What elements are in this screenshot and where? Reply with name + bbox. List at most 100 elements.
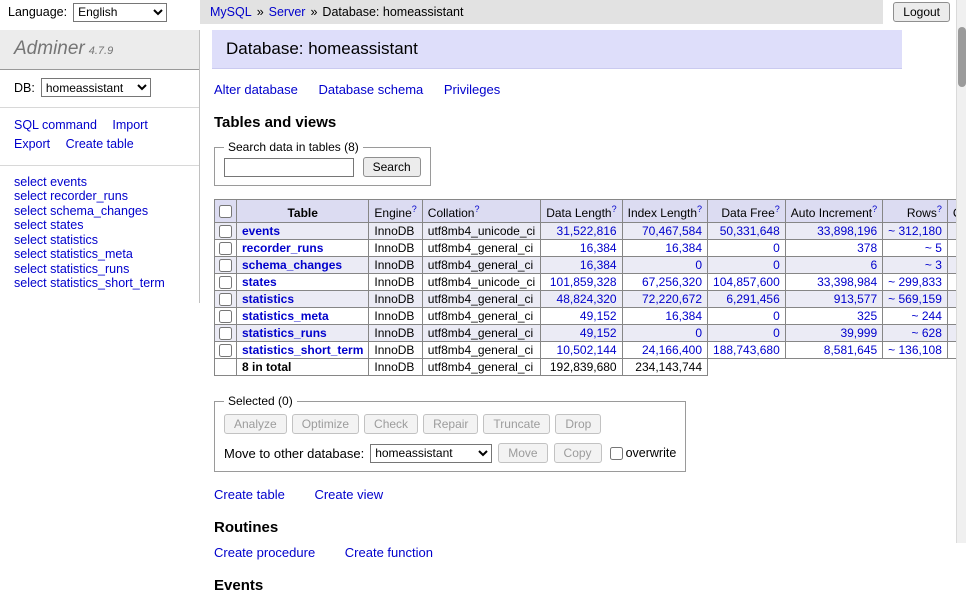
- move-db-select[interactable]: homeassistant: [370, 444, 492, 463]
- logout-button[interactable]: Logout: [893, 2, 950, 22]
- sidebar-link-export[interactable]: Export: [14, 137, 50, 151]
- check-button[interactable]: Check: [364, 414, 418, 434]
- data-length-link[interactable]: 49,152: [580, 309, 617, 323]
- breadcrumb-link-server[interactable]: Server: [269, 5, 306, 19]
- row-checkbox[interactable]: [219, 225, 232, 238]
- move-button[interactable]: Move: [498, 443, 547, 463]
- index-length-link[interactable]: 70,467,584: [642, 224, 702, 238]
- language-select[interactable]: English: [73, 3, 167, 22]
- index-length-link[interactable]: 67,256,320: [642, 275, 702, 289]
- rows-link[interactable]: ~ 312,180: [888, 224, 942, 238]
- row-checkbox[interactable]: [219, 259, 232, 272]
- index-length-link[interactable]: 16,384: [665, 241, 702, 255]
- sidebar-item-statistics-meta[interactable]: select statistics_meta: [14, 247, 185, 261]
- breadcrumb-link-mysql[interactable]: MySQL: [210, 5, 252, 19]
- rows-link[interactable]: ~ 569,159: [888, 292, 942, 306]
- link-privileges[interactable]: Privileges: [444, 82, 500, 97]
- optimize-button[interactable]: Optimize: [292, 414, 359, 434]
- link-create-procedure[interactable]: Create procedure: [214, 545, 315, 560]
- auto-increment-link[interactable]: 8,581,645: [824, 343, 877, 357]
- auto-increment-link[interactable]: 913,577: [834, 292, 877, 306]
- sidebar-item-recorder-runs[interactable]: select recorder_runs: [14, 189, 185, 203]
- link-alter-database[interactable]: Alter database: [214, 82, 298, 97]
- row-checkbox[interactable]: [219, 310, 232, 323]
- help-icon[interactable]: ?: [412, 204, 417, 214]
- data-free-link[interactable]: 104,857,600: [713, 275, 780, 289]
- data-free-link[interactable]: 0: [773, 309, 780, 323]
- drop-button[interactable]: Drop: [555, 414, 601, 434]
- help-icon[interactable]: ?: [612, 204, 617, 214]
- row-checkbox[interactable]: [219, 344, 232, 357]
- help-icon[interactable]: ?: [474, 204, 479, 214]
- scrollbar-thumb[interactable]: [958, 27, 966, 87]
- sidebar-item-states[interactable]: select states: [14, 218, 185, 232]
- rows-link[interactable]: ~ 136,108: [888, 343, 942, 357]
- help-icon[interactable]: ?: [872, 204, 877, 214]
- link-create-view[interactable]: Create view: [314, 487, 383, 502]
- copy-button[interactable]: Copy: [554, 443, 602, 463]
- help-icon[interactable]: ?: [775, 204, 780, 214]
- table-link[interactable]: statistics_runs: [242, 326, 327, 340]
- data-length-link[interactable]: 49,152: [580, 326, 617, 340]
- data-length-link[interactable]: 16,384: [580, 241, 617, 255]
- row-checkbox[interactable]: [219, 242, 232, 255]
- help-icon[interactable]: ?: [937, 204, 942, 214]
- auto-increment-link[interactable]: 33,398,984: [817, 275, 877, 289]
- sidebar-item-statistics-runs[interactable]: select statistics_runs: [14, 262, 185, 276]
- row-checkbox[interactable]: [219, 276, 232, 289]
- sidebar-link-import[interactable]: Import: [112, 118, 147, 132]
- index-length-link[interactable]: 16,384: [665, 309, 702, 323]
- sidebar-item-schema-changes[interactable]: select schema_changes: [14, 204, 185, 218]
- data-free-link[interactable]: 0: [773, 326, 780, 340]
- search-button[interactable]: Search: [363, 157, 421, 177]
- sidebar-link-sql-command[interactable]: SQL command: [14, 118, 97, 132]
- data-length-link[interactable]: 10,502,144: [557, 343, 617, 357]
- link-create-table[interactable]: Create table: [214, 487, 285, 502]
- truncate-button[interactable]: Truncate: [483, 414, 550, 434]
- link-database-schema[interactable]: Database schema: [318, 82, 423, 97]
- index-length-link[interactable]: 72,220,672: [642, 292, 702, 306]
- data-length-link[interactable]: 31,522,816: [557, 224, 617, 238]
- table-link[interactable]: states: [242, 275, 277, 289]
- search-input[interactable]: [224, 158, 354, 177]
- auto-increment-link[interactable]: 325: [857, 309, 877, 323]
- index-length-link[interactable]: 24,166,400: [642, 343, 702, 357]
- data-free-link[interactable]: 0: [773, 258, 780, 272]
- sidebar-item-events[interactable]: select events: [14, 175, 185, 189]
- index-length-link[interactable]: 0: [695, 258, 702, 272]
- auto-increment-link[interactable]: 39,999: [840, 326, 877, 340]
- sidebar-item-statistics[interactable]: select statistics: [14, 233, 185, 247]
- analyze-button[interactable]: Analyze: [224, 414, 287, 434]
- scrollbar[interactable]: [956, 0, 966, 543]
- data-length-link[interactable]: 48,824,320: [557, 292, 617, 306]
- sidebar-link-create-table[interactable]: Create table: [66, 137, 134, 151]
- rows-link[interactable]: ~ 299,833: [888, 275, 942, 289]
- data-length-link[interactable]: 101,859,328: [550, 275, 617, 289]
- auto-increment-link[interactable]: 6: [870, 258, 877, 272]
- data-free-link[interactable]: 6,291,456: [726, 292, 779, 306]
- data-free-link[interactable]: 0: [773, 241, 780, 255]
- table-link[interactable]: schema_changes: [242, 258, 342, 272]
- rows-link[interactable]: ~ 244: [912, 309, 942, 323]
- table-link[interactable]: statistics_short_term: [242, 343, 363, 357]
- select-all-checkbox[interactable]: [219, 205, 232, 218]
- data-free-link[interactable]: 50,331,648: [720, 224, 780, 238]
- help-icon[interactable]: ?: [697, 204, 702, 214]
- data-free-link[interactable]: 188,743,680: [713, 343, 780, 357]
- rows-link[interactable]: ~ 628: [912, 326, 942, 340]
- table-link[interactable]: statistics: [242, 292, 294, 306]
- overwrite-checkbox[interactable]: [610, 447, 623, 460]
- index-length-link[interactable]: 0: [695, 326, 702, 340]
- row-checkbox[interactable]: [219, 293, 232, 306]
- auto-increment-link[interactable]: 33,898,196: [817, 224, 877, 238]
- table-link[interactable]: events: [242, 224, 280, 238]
- rows-link[interactable]: ~ 5: [925, 241, 942, 255]
- repair-button[interactable]: Repair: [423, 414, 478, 434]
- sidebar-item-statistics-short-term[interactable]: select statistics_short_term: [14, 276, 185, 290]
- link-create-function[interactable]: Create function: [345, 545, 433, 560]
- auto-increment-link[interactable]: 378: [857, 241, 877, 255]
- data-length-link[interactable]: 16,384: [580, 258, 617, 272]
- table-link[interactable]: recorder_runs: [242, 241, 323, 255]
- table-link[interactable]: statistics_meta: [242, 309, 329, 323]
- row-checkbox[interactable]: [219, 327, 232, 340]
